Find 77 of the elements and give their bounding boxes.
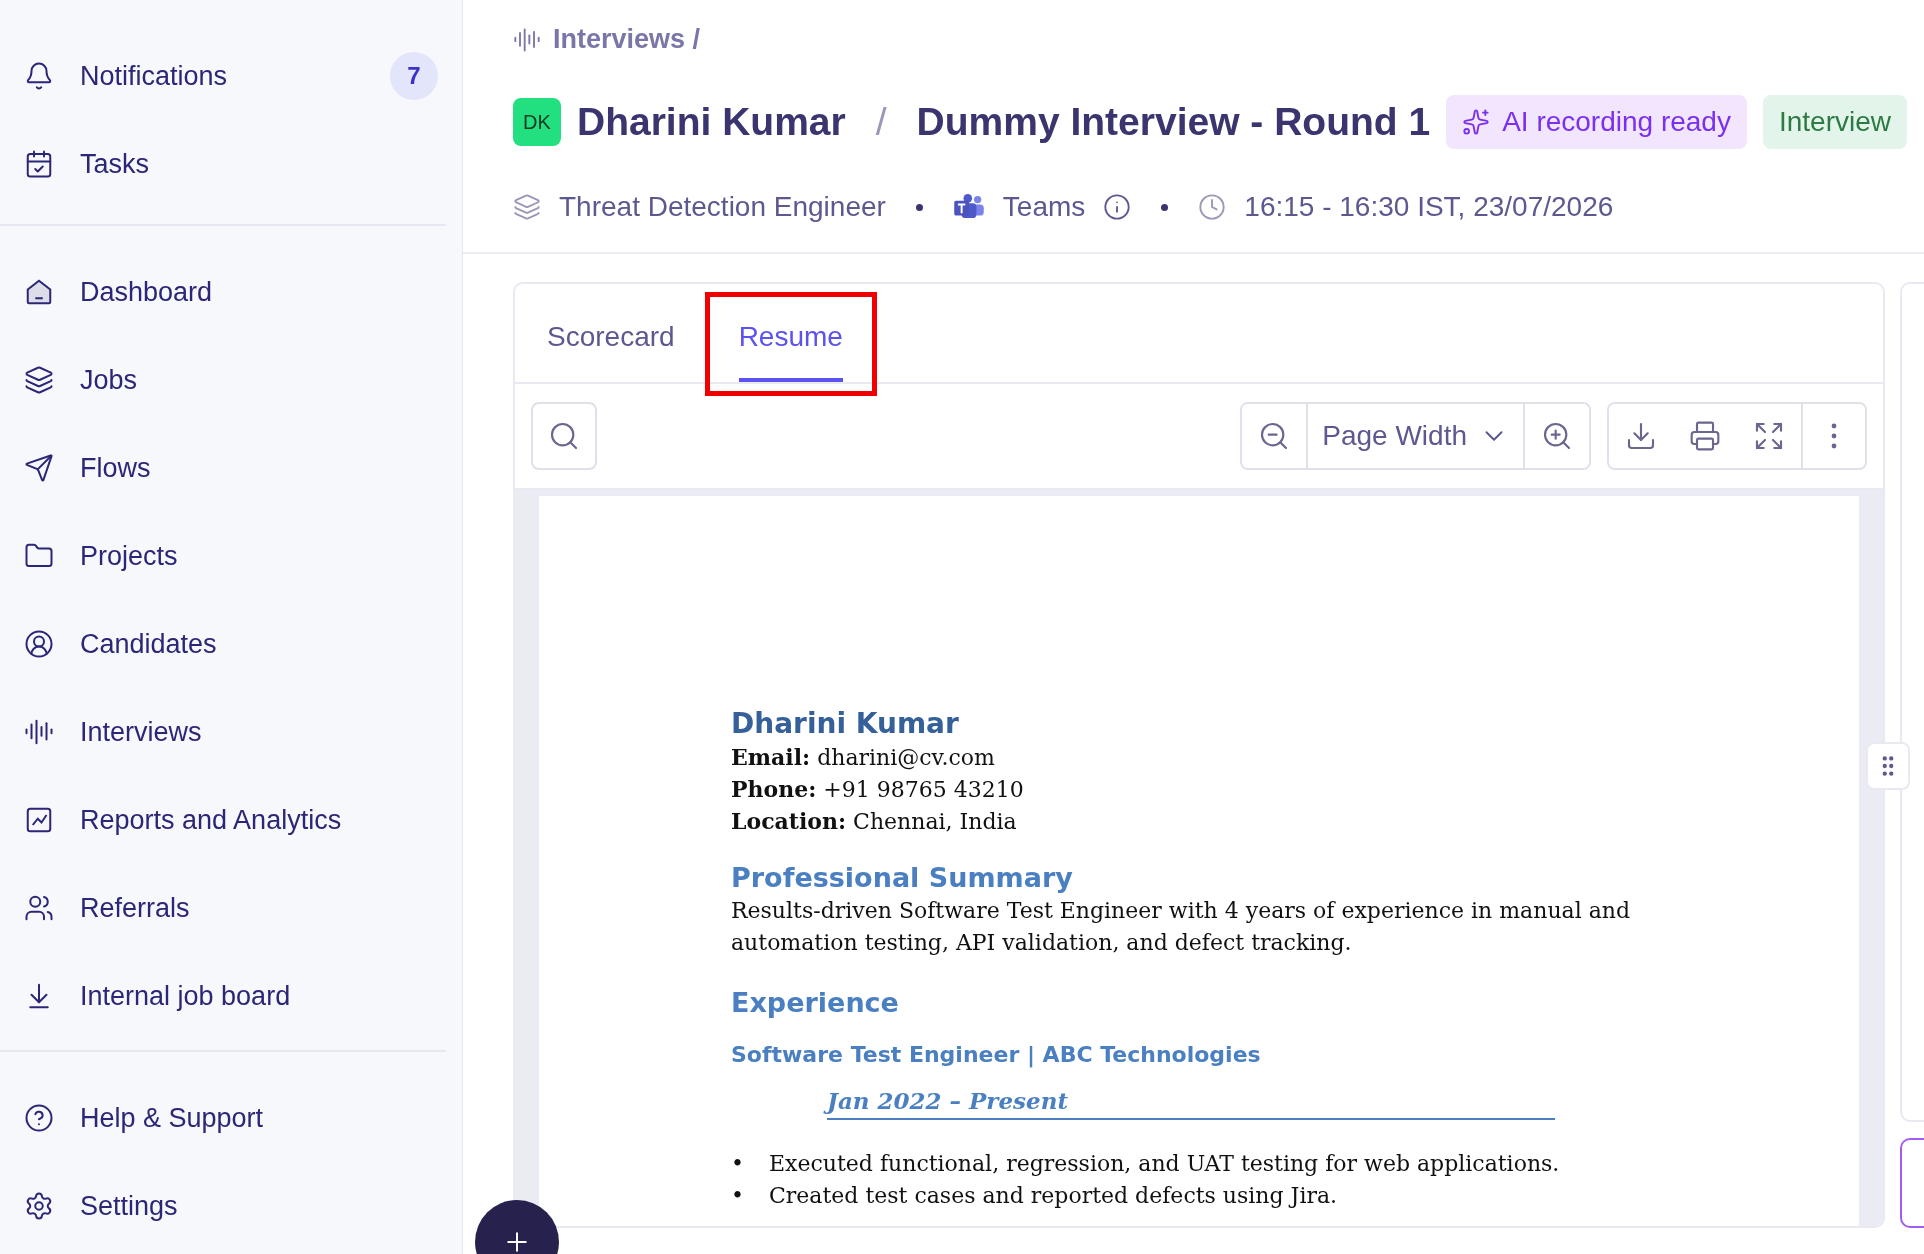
section-heading: Experience [731,985,900,1020]
zoom-select[interactable]: Page Width [1306,404,1525,468]
avatar: DK [513,98,561,146]
sidebar-item-label: Referrals [80,892,191,924]
title-separator: / [875,100,887,144]
house-icon [24,277,54,307]
sidebar-item-label: Reports and Analytics [80,804,343,836]
sidebar-item[interactable]: Candidates [0,600,462,688]
users-icon [24,893,54,923]
sidebar-item[interactable]: Referrals [0,864,462,952]
layers-icon [24,365,54,395]
job-title: Software Test Engineer | ABC Technologies [731,1042,1262,1068]
sidebar-item-label: Notifications [80,60,229,92]
layers-icon [513,193,541,221]
clock-icon [1198,193,1227,221]
sidebar-item-label: Settings [80,1190,179,1222]
help-icon [24,1103,54,1133]
zoom-in-icon [1541,420,1573,452]
breadcrumb-link[interactable]: Interviews / [513,24,701,55]
download-icon [1625,420,1657,452]
sidebar-item[interactable]: Projects [0,512,462,600]
calendar-icon [24,149,54,179]
sidebar-item[interactable]: Settings [0,1162,462,1250]
separator-dot [1161,203,1169,211]
candidate-name: Dharini Kumar [577,100,846,144]
info-icon[interactable] [1103,193,1132,221]
sidebar-item[interactable]: Flows [0,424,462,512]
interview-title: Dummy Interview - Round 1 [916,100,1431,144]
contact-line: Location: Chennai, India [731,807,1018,837]
printer-icon [1689,420,1721,452]
search-button[interactable] [531,402,597,470]
resize-handle[interactable] [1866,742,1910,790]
sidebar-item-label: Jobs [80,364,139,396]
status-badge: Interview [1762,95,1907,149]
tab[interactable]: Resume [738,296,843,382]
sidebar-item[interactable]: Dashboard [0,248,462,336]
sidebar-item-label: Interviews [80,716,203,748]
contact-line: Phone: +91 98765 43210 [731,775,1025,805]
search-icon [548,420,580,452]
section-heading: Professional Summary [731,861,1074,896]
sidebar-item[interactable]: Tasks [0,120,462,208]
sparkles-icon [1462,108,1491,136]
bell-icon [24,61,54,91]
meeting-platform: Teams [1002,191,1086,223]
sidebar-item[interactable]: Help & Support [0,1074,462,1162]
audio-lines-icon [24,717,54,747]
chart-icon [24,805,54,835]
sidebar-item[interactable]: Internal job board [0,952,462,1040]
bullet-item: Created test cases and reported defects using Jira. [769,1181,1338,1210]
job-role: Threat Detection Engineer [559,191,886,223]
sidebar-item-label: Candidates [80,628,218,660]
sidebar-item-label: Help & Support [80,1102,265,1134]
sidebar-item[interactable]: Interviews [0,688,462,776]
separator-dot [915,203,923,211]
bullet-marker: • [731,1181,745,1210]
fullscreen-icon [1753,420,1785,452]
contact-line: Email: dharini@cv.com [731,743,996,773]
sidebar-item-label: Projects [80,540,179,572]
count-badge: 7 [390,52,438,100]
sidebar-item[interactable]: Jobs [0,336,462,424]
more-vertical-icon [1831,423,1837,449]
sidebar-item[interactable]: Reports and Analytics [0,776,462,864]
bullet-marker: • [731,1150,745,1179]
resume-name: Dharini Kumar [731,706,960,742]
sidebar-item-label: Dashboard [80,276,214,308]
sidebar-item[interactable]: Notifications 7 [0,32,462,120]
paper-plane-icon [24,453,54,483]
sidebar-item-label: Internal job board [80,980,292,1012]
settings-icon [24,1191,54,1221]
sidebar-item-label: Flows [80,452,152,484]
sidebar-item-label: Tasks [80,148,151,180]
interview-time: 16:15 - 16:30 IST, 23/07/2026 [1244,191,1614,223]
user-circle-icon [24,629,54,659]
recording-badge: AI recording ready [1446,95,1747,149]
tab[interactable]: Scorecard [547,296,675,382]
bullet-item: Executed functional, regression, and UAT testing for web applications. [769,1150,1560,1179]
summary-text: Results-driven Software Test Engineer with 4 years of experience in manual and automation testing, API validation, and defect tracking. [731,897,1631,958]
